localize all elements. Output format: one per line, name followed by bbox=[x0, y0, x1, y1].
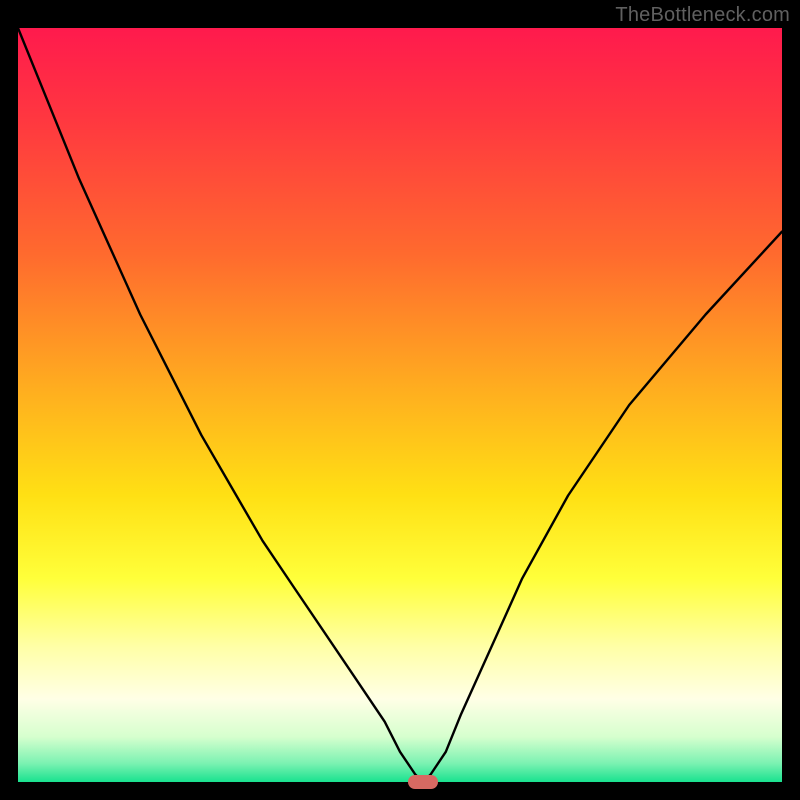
watermark-text: TheBottleneck.com bbox=[615, 4, 790, 27]
gradient-background bbox=[18, 28, 782, 782]
chart-frame: TheBottleneck.com bbox=[0, 0, 800, 800]
chart-svg bbox=[18, 28, 782, 782]
optimal-point-marker bbox=[408, 775, 438, 789]
plot-area bbox=[18, 28, 782, 782]
